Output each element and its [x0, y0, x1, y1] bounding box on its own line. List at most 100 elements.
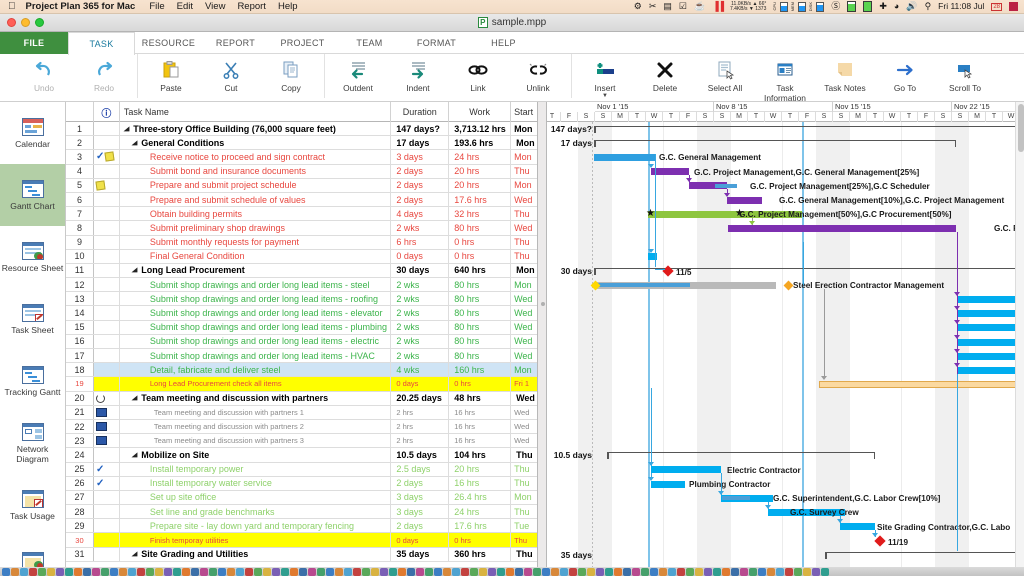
dock-app-icon[interactable]	[722, 567, 730, 576]
task-duration-cell[interactable]: 2 days	[391, 178, 450, 192]
task-work-cell[interactable]: 0 hrs	[449, 235, 512, 249]
row-indicator-cell[interactable]	[94, 320, 120, 334]
gantt-plot-area[interactable]: 147 days? 17 days 30 days 10.5 days 35 days ★…	[547, 122, 1024, 570]
coffee-cup-icon[interactable]: ☕	[694, 2, 705, 11]
row-indicator-cell[interactable]	[94, 490, 120, 505]
row-id-cell[interactable]: 26	[66, 476, 94, 490]
row-indicator-cell[interactable]: ✓	[94, 462, 120, 476]
table-row[interactable]: 6 Prepare and submit schedule of values 2 …	[66, 192, 545, 208]
row-indicator-cell[interactable]	[94, 278, 120, 292]
task-work-cell[interactable]: 80 hrs	[449, 306, 512, 320]
task-duration-cell[interactable]: 20.25 days	[391, 391, 450, 405]
table-row[interactable]: 16 Submit shop drawings and order long le…	[66, 334, 545, 349]
dock-app-icon[interactable]	[776, 567, 784, 576]
tab-help[interactable]: HELP	[470, 32, 537, 54]
task-duration-cell[interactable]: 2 wks	[391, 320, 450, 334]
dock-app-icon[interactable]	[758, 567, 766, 576]
task-name-cell[interactable]: Team meeting and discussion with partner…	[120, 434, 392, 448]
task-duration-cell[interactable]: 2.5 days	[391, 462, 450, 476]
task-work-cell[interactable]: 160 hrs	[449, 363, 512, 377]
dock-app-icon[interactable]	[371, 567, 379, 576]
dock-app-icon[interactable]	[272, 567, 280, 576]
dock-app-icon[interactable]	[74, 567, 82, 576]
milestone-marker-11-19[interactable]	[874, 535, 886, 547]
dock-app-icon[interactable]	[803, 567, 811, 576]
table-row[interactable]: 14 Submit shop drawings and order long le…	[66, 306, 545, 321]
table-row[interactable]: 17 Submit shop drawings and order long le…	[66, 349, 545, 364]
task-duration-cell[interactable]: 2 wks	[391, 278, 450, 292]
table-row[interactable]: 1 ◢ Three-story Office Building (76,000 sq…	[66, 122, 545, 137]
cut-button[interactable]: Cut	[201, 54, 261, 94]
power-circle-icon[interactable]: Ⓢ	[831, 2, 840, 11]
table-row[interactable]: 11 ◢ Long Lead Procurement 30 days 640 hrs Mo…	[66, 263, 545, 279]
task-work-cell[interactable]: 80 hrs	[449, 349, 512, 363]
dropbox-icon[interactable]: ⚙	[634, 2, 642, 11]
sidebar-item-task-sheet[interactable]: Task Sheet	[0, 288, 65, 350]
task-duration-cell[interactable]: 2 days	[391, 476, 450, 490]
row-id-cell[interactable]: 1	[66, 122, 94, 136]
minimize-window-button[interactable]	[21, 18, 30, 27]
row-indicator-cell[interactable]	[94, 505, 120, 519]
insert-button[interactable]: Insert ▼	[575, 54, 635, 99]
task-duration-cell[interactable]: 17 days	[391, 136, 450, 150]
task-name-cell[interactable]: ◢ General Conditions	[120, 136, 392, 150]
pause-bars-icon[interactable]: ▐▐	[712, 2, 724, 11]
task-name-cell[interactable]: ◢ Mobilize on Site	[120, 448, 392, 462]
task-table[interactable]: ⓘ Task Name Duration Work Start 1 ◢ Three-…	[66, 102, 546, 570]
calendar-date-badge[interactable]: 28	[991, 2, 1002, 11]
table-row[interactable]: 7 Obtain building permits 4 days 32 hrs Thu	[66, 207, 545, 222]
task-duration-cell[interactable]: 2 hrs	[391, 434, 450, 448]
maximize-window-button[interactable]	[35, 18, 44, 27]
chevron-down-icon[interactable]: ▼	[602, 93, 608, 99]
row-id-cell[interactable]: 7	[66, 207, 94, 221]
unlink-button[interactable]: Unlink	[508, 54, 568, 94]
dock-app-icon[interactable]	[677, 567, 685, 576]
task-bar-electric[interactable]	[957, 338, 1024, 346]
dock-app-icon[interactable]	[425, 567, 433, 576]
close-window-button[interactable]	[7, 18, 16, 27]
task-work-cell[interactable]: 16 hrs	[449, 419, 512, 434]
task-duration-cell[interactable]: 2 days	[391, 192, 450, 207]
task-name-cell[interactable]: Detail, fabricate and deliver steel	[120, 363, 392, 377]
task-name-cell[interactable]: Prepare and submit schedule of values	[120, 192, 392, 207]
task-name-cell[interactable]: Submit preliminary shop drawings	[120, 221, 392, 235]
task-work-cell[interactable]: 80 hrs	[449, 334, 512, 348]
menu-item-file[interactable]: File	[149, 1, 164, 12]
dock-app-icon[interactable]	[686, 567, 694, 576]
dock-app-icon[interactable]	[497, 567, 505, 576]
dock-app-icon[interactable]	[191, 567, 199, 576]
row-id-cell[interactable]: 23	[66, 434, 94, 448]
task-duration-cell[interactable]: 0 days	[391, 377, 450, 391]
row-indicator-cell[interactable]	[94, 136, 120, 150]
checkmark-circle-icon[interactable]: ☑	[679, 2, 687, 11]
dock-app-icon[interactable]	[434, 567, 442, 576]
row-indicator-cell[interactable]	[94, 434, 120, 448]
dock-app-icon[interactable]	[389, 567, 397, 576]
dock-app-icon[interactable]	[623, 567, 631, 576]
dock-app-icon[interactable]	[749, 567, 757, 576]
row-indicator-cell[interactable]	[94, 363, 120, 377]
task-duration-cell[interactable]: 3 days	[391, 490, 450, 505]
row-id-cell[interactable]: 17	[66, 349, 94, 363]
task-work-cell[interactable]: 640 hrs	[449, 263, 512, 278]
outdent-button[interactable]: Outdent	[328, 54, 388, 94]
dock-app-icon[interactable]	[578, 567, 586, 576]
table-row[interactable]: 4 Submit bond and insurance documents 2 da…	[66, 164, 545, 179]
dock-app-icon[interactable]	[326, 567, 334, 576]
tab-project[interactable]: PROJECT	[269, 32, 336, 54]
table-row[interactable]: 10 Final General Condition 0 days 0 hrs Thu	[66, 249, 545, 264]
dock-app-icon[interactable]	[596, 567, 604, 576]
row-id-cell[interactable]: 8	[66, 221, 94, 235]
indent-button[interactable]: Indent	[388, 54, 448, 94]
dock-app-icon[interactable]	[38, 567, 46, 576]
row-indicator-cell[interactable]	[94, 235, 120, 249]
dock-app-icon[interactable]	[281, 567, 289, 576]
task-bar-temporary-water[interactable]	[651, 480, 685, 488]
deliverable-bar-long-lead-check[interactable]	[819, 381, 1024, 389]
task-work-cell[interactable]: 0 hrs	[449, 533, 512, 547]
row-indicator-cell[interactable]	[94, 122, 120, 136]
task-duration-cell[interactable]: 2 wks	[391, 292, 450, 306]
collapse-triangle-icon[interactable]: ◢	[132, 139, 137, 146]
dock-app-icon[interactable]	[614, 567, 622, 576]
dock-app-icon[interactable]	[200, 567, 208, 576]
